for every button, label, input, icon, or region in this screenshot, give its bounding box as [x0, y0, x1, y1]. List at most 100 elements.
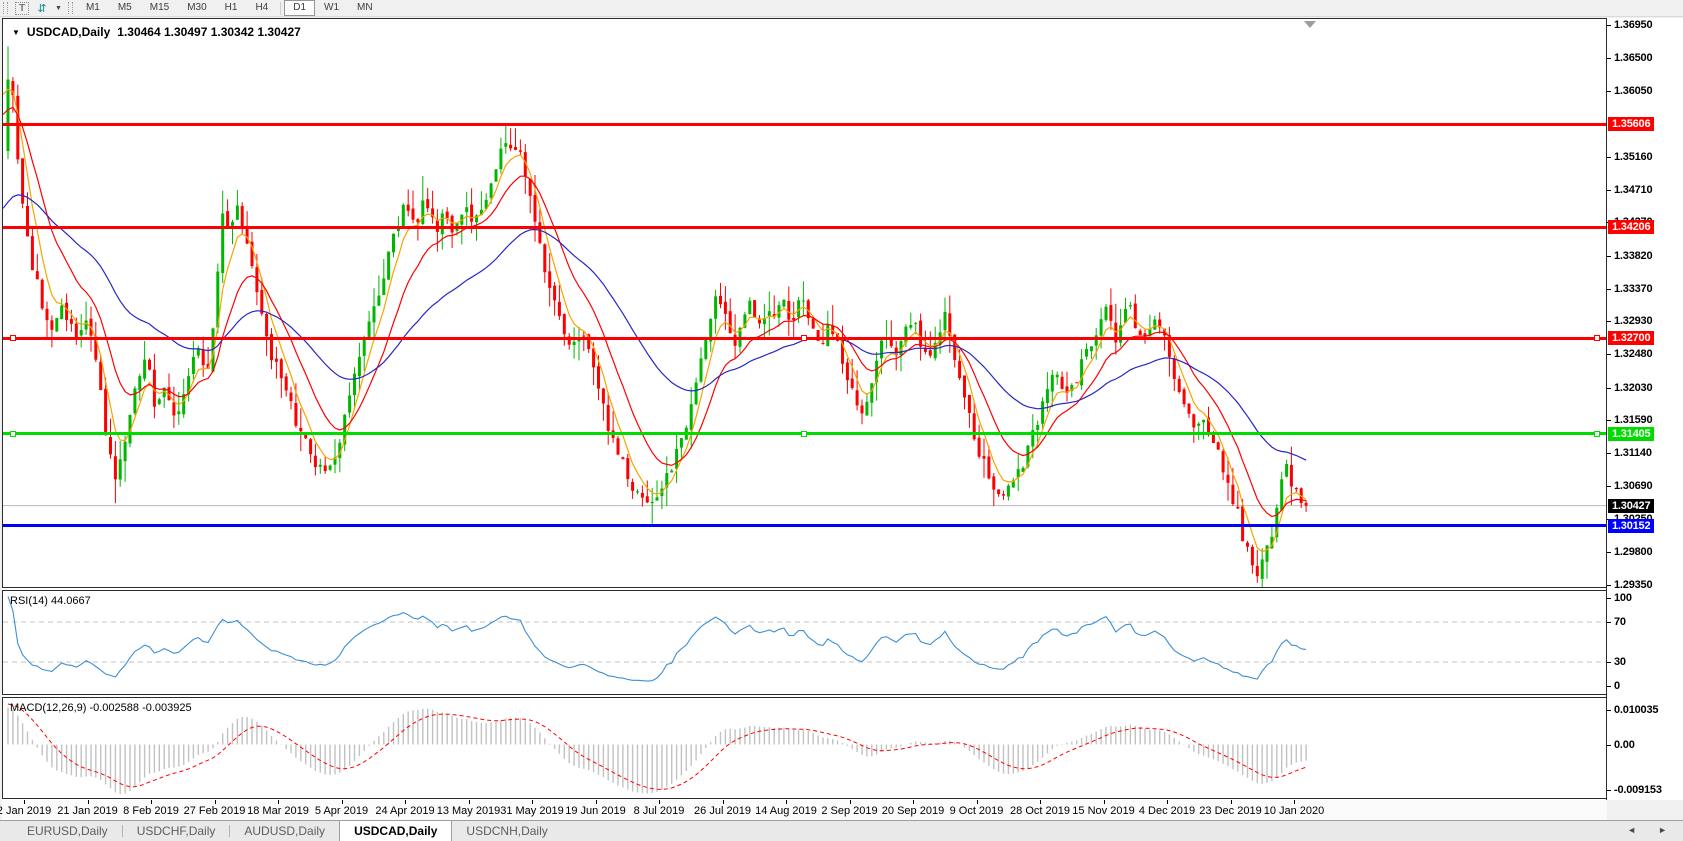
macd-tick-dash [1607, 710, 1611, 711]
toolbar-grip[interactable] [3, 2, 8, 14]
hline-handle[interactable] [801, 430, 807, 437]
hline-handle[interactable] [801, 335, 807, 342]
macd-panel[interactable]: MACD(12,26,9) -0.002588 -0.003925 [2, 697, 1607, 799]
timeframe-button-M30[interactable]: M30 [178, 0, 215, 16]
date-label: 5 Apr 2019 [314, 805, 369, 817]
price-tick-label: 1.32480 [1614, 348, 1653, 361]
candlestick-canvas[interactable] [3, 19, 1606, 587]
hline-price-label: 1.30152 [1608, 518, 1655, 533]
date-tick [1294, 800, 1295, 804]
toolbar: T ⇵ ▼ M1 M5 M15 M30 H1 H4 D1 W1 MN [0, 0, 1683, 17]
rsi-label: RSI(14) 44.0667 [10, 595, 91, 607]
arrows-tool-icon: ⇵ [37, 2, 47, 15]
main-chart-panel[interactable]: ▼ USDCAD,Daily 1.30464 1.30497 1.30342 1… [2, 18, 1607, 588]
hline-1.30152[interactable] [3, 524, 1606, 528]
rsi-canvas [3, 596, 1606, 682]
date-tick [468, 800, 470, 804]
symbol-tab-bar: EURUSD,Daily USDCHF,Daily AUDUSD,Daily USDC… [0, 820, 1683, 841]
hline-1.35606[interactable] [3, 122, 1606, 126]
price-tick-label: 1.33370 [1614, 282, 1653, 295]
date-tick [341, 800, 343, 804]
hline-handle[interactable] [1594, 430, 1600, 437]
rsi-tick-dash [1607, 686, 1611, 687]
date-label: 24 Apr 2019 [375, 805, 435, 817]
price-tick-dash [1607, 288, 1611, 290]
price-tick-label: 1.31140 [1614, 447, 1652, 460]
hline-price-label: 1.31405 [1608, 426, 1655, 441]
macd-tick-label: -0.009153 [1614, 784, 1662, 796]
tab-scroll-left-button[interactable]: ◄ [1627, 825, 1636, 835]
price-tick-dash [1607, 354, 1611, 356]
price-tick-dash [1607, 486, 1611, 488]
price-tick-label: 1.30690 [1614, 480, 1653, 493]
price-tick-label: 1.34710 [1614, 184, 1653, 196]
hline-price-label: 1.32700 [1608, 331, 1655, 346]
chart-shift-marker-icon[interactable] [1304, 21, 1316, 28]
price-tick-dash [1607, 551, 1611, 553]
tab-AUDUSD[interactable]: AUDUSD,Daily [230, 821, 339, 841]
text-tool-button[interactable]: T [12, 1, 32, 16]
date-label: 8 Feb 2019 [123, 805, 179, 817]
price-tick-label: 1.32030 [1614, 381, 1653, 394]
hline-handle[interactable] [10, 430, 16, 437]
price-tick-label: 1.35160 [1614, 150, 1653, 163]
timeframe-button-W1[interactable]: W1 [315, 0, 348, 16]
date-label: 18 Mar 2019 [247, 805, 309, 817]
price-tick-label: 1.29350 [1614, 579, 1653, 591]
current-price-label: 1.30427 [1608, 498, 1655, 513]
tab-scroll-buttons: ◄ ► [1627, 825, 1667, 835]
date-label: 13 May 2019 [436, 805, 501, 817]
date-tick [151, 800, 152, 804]
price-tick-dash [1607, 24, 1611, 26]
tab-USDCAD[interactable]: USDCAD,Daily [339, 821, 453, 841]
timeframe-button-M1[interactable]: M1 [77, 0, 109, 16]
date-tick [278, 800, 279, 804]
symbol-dropdown-icon[interactable]: ▼ [12, 28, 20, 37]
date-tick [849, 800, 851, 804]
hline-handle[interactable] [10, 335, 16, 342]
timeframe-button-M5[interactable]: M5 [109, 0, 141, 16]
rsi-tick-label: 0 [1614, 680, 1620, 692]
price-tick-label: 1.36050 [1614, 85, 1653, 98]
timeframe-button-MN[interactable]: MN [348, 0, 382, 16]
date-tick [1230, 800, 1232, 804]
date-tick [405, 800, 406, 804]
date-tick [1167, 800, 1168, 804]
timeframe-button-M15[interactable]: M15 [141, 0, 178, 16]
tab-USDCHF[interactable]: USDCHF,Daily [123, 821, 230, 841]
price-tick-dash [1607, 585, 1611, 586]
rsi-tick-label: 100 [1614, 592, 1632, 604]
tool-dropdown-caret[interactable]: ▼ [52, 5, 65, 12]
timeframe-button-H1[interactable]: H1 [216, 0, 247, 16]
tab-USDCNH[interactable]: USDCNH,Daily [452, 821, 561, 841]
price-tick-label: 1.36950 [1614, 18, 1653, 31]
macd-tick-label: 0.010035 [1614, 704, 1659, 716]
tab-scroll-right-button[interactable]: ► [1658, 825, 1667, 835]
macd-histogram [7, 707, 1307, 794]
date-tick [87, 800, 89, 804]
hline-handle[interactable] [1594, 335, 1600, 342]
date-tick [786, 800, 787, 804]
timeframe-button-H4[interactable]: H4 [246, 0, 277, 16]
date-label: 21 Jan 2019 [57, 805, 118, 817]
date-label: 28 Oct 2019 [1010, 805, 1070, 817]
trading-terminal-window: T ⇵ ▼ M1 M5 M15 M30 H1 H4 D1 W1 MN ▼ USDCAD,Dail… [0, 0, 1683, 841]
date-tick [595, 800, 597, 804]
rsi-tick-label: 30 [1614, 656, 1626, 668]
rsi-panel[interactable]: RSI(14) 44.0667 [2, 590, 1607, 695]
toolbar-grip-2[interactable] [67, 2, 73, 14]
price-tick-label: 1.36500 [1614, 52, 1653, 65]
arrows-tool-button[interactable]: ⇵ [32, 1, 52, 16]
date-axis[interactable]: 2 Jan 2019 21 Jan 2019 8 Feb 2019 27 Feb 20… [0, 800, 1607, 820]
hline-1.34206[interactable] [3, 225, 1606, 229]
date-label: 15 Nov 2019 [1072, 805, 1135, 817]
tab-EURUSD[interactable]: EURUSD,Daily [13, 821, 122, 841]
date-tick [24, 800, 25, 804]
date-label: 20 Sep 2019 [881, 805, 945, 817]
date-tick [532, 800, 533, 804]
date-label: 26 Jul 2019 [694, 805, 751, 817]
price-tick-label: 1.29800 [1614, 545, 1653, 558]
rsi-tick-dash [1607, 598, 1611, 599]
timeframe-button-D1[interactable]: D1 [284, 0, 316, 16]
rsi-tick-label: 70 [1614, 616, 1626, 628]
